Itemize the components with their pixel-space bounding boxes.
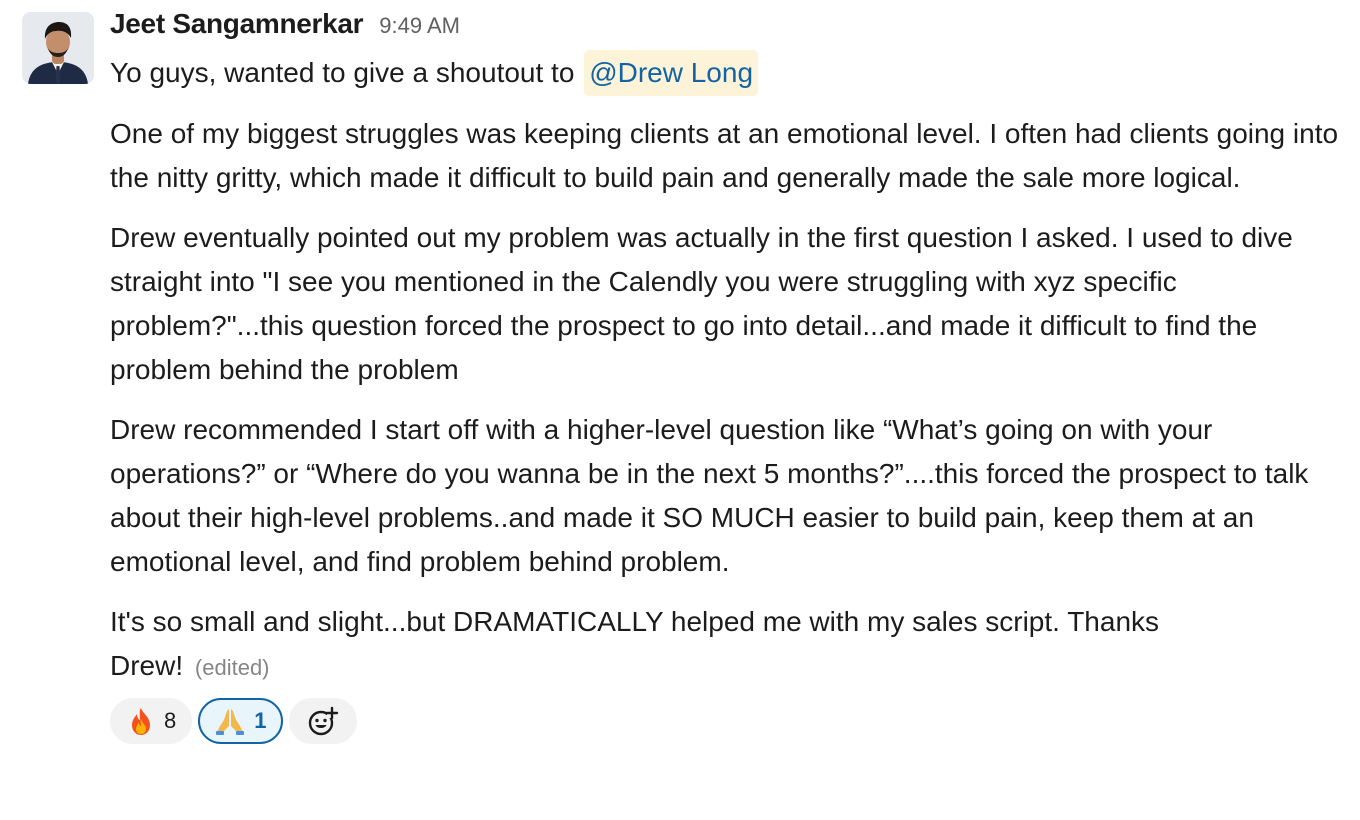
avatar[interactable] <box>22 12 94 84</box>
user-mention[interactable]: @Drew Long <box>584 50 759 96</box>
author-name[interactable]: Jeet Sangamnerkar <box>110 8 364 40</box>
message-content: Jeet Sangamnerkar 9:49 AM Yo guys, wante… <box>110 8 1350 744</box>
message-paragraph: One of my biggest struggles was keeping … <box>110 118 1339 193</box>
add-reaction-button[interactable] <box>288 698 357 744</box>
reaction-folded-hands[interactable]: 1 <box>198 698 283 744</box>
reactions-bar: 8 1 <box>110 698 1350 744</box>
avatar-image <box>22 12 94 84</box>
message-header: Jeet Sangamnerkar 9:49 AM <box>110 8 1350 48</box>
reaction-fire[interactable]: 8 <box>110 698 193 744</box>
message-paragraph: Drew recommended I start off with a high… <box>110 414 1309 577</box>
message-paragraph: Drew eventually pointed out my problem w… <box>110 222 1293 385</box>
message-paragraph-last: It's so small and slight...but DRAMATICA… <box>110 600 1220 690</box>
reaction-count: 1 <box>254 708 267 733</box>
add-reaction-icon <box>307 705 339 737</box>
folded-hands-emoji-icon <box>214 706 246 736</box>
edited-label: (edited) <box>194 655 270 680</box>
intro-text: Yo guys, wanted to give a shoutout to <box>110 57 583 88</box>
reaction-count: 8 <box>164 708 177 733</box>
fire-emoji-icon <box>126 706 156 736</box>
message-intro-line: Yo guys, wanted to give a shoutout to @D… <box>110 50 1350 96</box>
message: Jeet Sangamnerkar 9:49 AM Yo guys, wante… <box>0 0 1360 820</box>
timestamp[interactable]: 9:49 AM <box>379 13 460 39</box>
